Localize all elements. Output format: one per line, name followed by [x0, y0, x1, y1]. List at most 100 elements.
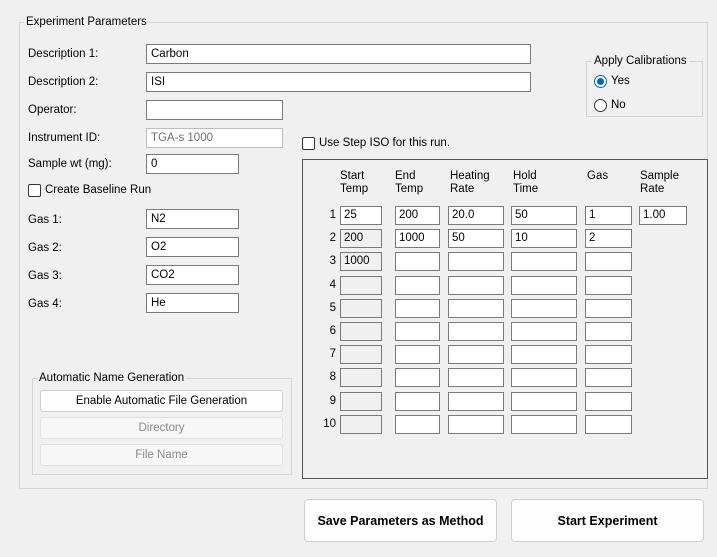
- step-end-cell[interactable]: [395, 392, 440, 411]
- start-experiment-button[interactable]: Start Experiment: [511, 499, 704, 542]
- step-start-cell[interactable]: [340, 368, 382, 387]
- step-row-number: 8: [329, 371, 336, 383]
- step-end-cell[interactable]: 200: [395, 206, 440, 225]
- use-step-iso-label: Use Step ISO for this run.: [319, 137, 451, 149]
- step-gas-cell[interactable]: 1: [585, 206, 632, 225]
- step-rate-cell[interactable]: [448, 252, 504, 271]
- header-start-temp: Start Temp: [340, 170, 369, 195]
- step-hold-cell[interactable]: [511, 392, 577, 411]
- step-gas-cell[interactable]: [585, 392, 632, 411]
- step-row-number: 5: [329, 302, 336, 314]
- step-start-cell[interactable]: 200: [340, 229, 382, 248]
- step-start-cell[interactable]: [340, 299, 382, 318]
- step-start-cell[interactable]: [340, 392, 382, 411]
- step-hold-cell[interactable]: [511, 299, 577, 318]
- step-start-cell[interactable]: [340, 322, 382, 341]
- create-baseline-checkbox[interactable]: [28, 184, 41, 197]
- header-end-temp: End Temp: [395, 170, 424, 195]
- step-gas-cell[interactable]: [585, 322, 632, 341]
- gas1-label: Gas 1:: [28, 214, 62, 226]
- step-end-cell[interactable]: [395, 415, 440, 434]
- step-rate-cell[interactable]: [448, 276, 504, 295]
- step-gas-cell[interactable]: [585, 368, 632, 387]
- step-gas-cell[interactable]: [585, 252, 632, 271]
- step-gas-cell[interactable]: [585, 415, 632, 434]
- step-row-number: 3: [329, 255, 336, 267]
- step-end-cell[interactable]: [395, 322, 440, 341]
- step-row-number: 9: [329, 395, 336, 407]
- operator-field[interactable]: [146, 100, 283, 120]
- step-hold-cell[interactable]: 50: [511, 206, 577, 225]
- use-step-iso-checkbox[interactable]: [302, 137, 315, 150]
- gas2-label: Gas 2:: [28, 242, 62, 254]
- step-hold-cell[interactable]: [511, 252, 577, 271]
- calibrations-no-label: No: [611, 99, 626, 111]
- apply-calibrations-title: Apply Calibrations: [592, 54, 689, 68]
- header-hold-time: Hold Time: [513, 170, 539, 195]
- step-row-number: 1: [329, 209, 336, 221]
- gas4-field[interactable]: [146, 293, 239, 313]
- step-hold-cell[interactable]: 10: [511, 229, 577, 248]
- instrument-id-field: [146, 128, 283, 148]
- description1-label: Description 1:: [28, 48, 99, 60]
- enable-file-generation-button[interactable]: Enable Automatic File Generation: [40, 390, 283, 412]
- instrument-id-label: Instrument ID:: [28, 132, 101, 144]
- description2-label: Description 2:: [28, 76, 99, 88]
- step-row-number: 4: [329, 279, 336, 291]
- experiment-parameters-title: Experiment Parameters: [24, 15, 149, 29]
- step-row-number: 6: [329, 325, 336, 337]
- step-end-cell[interactable]: 1000: [395, 229, 440, 248]
- step-rate-cell[interactable]: 20.0: [448, 206, 504, 225]
- directory-button[interactable]: Directory: [40, 417, 283, 439]
- header-gas: Gas: [587, 170, 609, 182]
- calibrations-no-radio[interactable]: [594, 99, 607, 112]
- header-heating-rate: Heating Rate: [450, 170, 490, 195]
- gas1-field[interactable]: [146, 209, 239, 229]
- step-gas-cell[interactable]: 2: [585, 229, 632, 248]
- step-rate-cell[interactable]: [448, 345, 504, 364]
- gas3-label: Gas 3:: [28, 270, 62, 282]
- step-end-cell[interactable]: [395, 345, 440, 364]
- step-rate-cell[interactable]: [448, 368, 504, 387]
- calibrations-yes-radio[interactable]: [594, 75, 607, 88]
- step-hold-cell[interactable]: [511, 276, 577, 295]
- gas3-field[interactable]: [146, 265, 239, 285]
- auto-name-title: Automatic Name Generation: [37, 371, 187, 385]
- step-rate-cell[interactable]: [448, 415, 504, 434]
- step-start-cell[interactable]: [340, 276, 382, 295]
- gas2-field[interactable]: [146, 237, 239, 257]
- step-hold-cell[interactable]: [511, 345, 577, 364]
- step-row-number: 10: [323, 418, 336, 430]
- step-gas-cell[interactable]: [585, 276, 632, 295]
- step-end-cell[interactable]: [395, 368, 440, 387]
- step-start-cell[interactable]: 1000: [340, 252, 382, 271]
- step-rate-cell[interactable]: [448, 299, 504, 318]
- step-rate-cell[interactable]: [448, 322, 504, 341]
- description1-field[interactable]: [146, 44, 531, 64]
- gas4-label: Gas 4:: [28, 298, 62, 310]
- create-baseline-label: Create Baseline Run: [45, 184, 152, 196]
- step-end-cell[interactable]: [395, 299, 440, 318]
- step-rate-cell[interactable]: 50: [448, 229, 504, 248]
- description2-field[interactable]: [146, 72, 531, 92]
- step-end-cell[interactable]: [395, 276, 440, 295]
- step-hold-cell[interactable]: [511, 322, 577, 341]
- sample-rate-cell[interactable]: 1.00: [639, 206, 687, 225]
- step-gas-cell[interactable]: [585, 345, 632, 364]
- operator-label: Operator:: [28, 104, 77, 116]
- save-parameters-button[interactable]: Save Parameters as Method: [304, 499, 497, 542]
- step-start-cell[interactable]: [340, 345, 382, 364]
- file-name-button[interactable]: File Name: [40, 444, 283, 466]
- step-rate-cell[interactable]: [448, 392, 504, 411]
- step-row-number: 7: [329, 348, 336, 360]
- step-hold-cell[interactable]: [511, 415, 577, 434]
- sample-wt-field[interactable]: [146, 154, 239, 174]
- step-end-cell[interactable]: [395, 252, 440, 271]
- step-row-number: 2: [329, 232, 336, 244]
- calibrations-yes-label: Yes: [611, 75, 630, 87]
- step-hold-cell[interactable]: [511, 368, 577, 387]
- step-start-cell[interactable]: 25: [340, 206, 382, 225]
- step-gas-cell[interactable]: [585, 299, 632, 318]
- step-start-cell[interactable]: [340, 415, 382, 434]
- header-sample-rate: Sample Rate: [640, 170, 679, 195]
